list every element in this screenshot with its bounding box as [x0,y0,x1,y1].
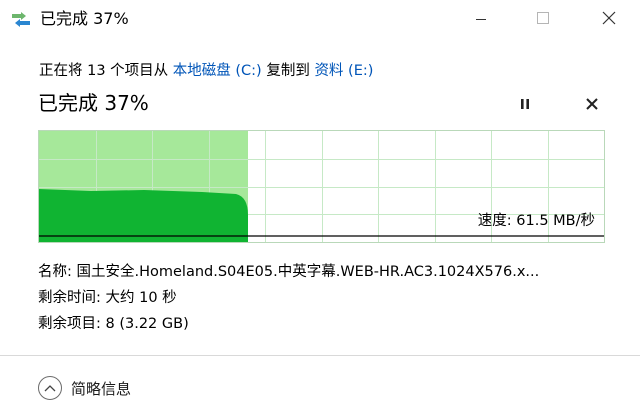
cancel-button[interactable] [578,92,606,118]
fewer-details-label: 简略信息 [71,379,132,398]
file-name-row: 名称: 国土安全.Homeland.S04E05.中英字幕.WEB-HR.AC3… [38,259,608,285]
destination-link[interactable]: 资料 (E:) [314,63,373,79]
close-button[interactable] [586,0,632,38]
copy-description-prefix: 正在将 13 个项目从 [39,63,173,79]
items-remaining-row: 剩余项目: 8 (3.22 GB) [38,311,608,337]
pause-button[interactable] [511,92,539,118]
transfer-details: 名称: 国土安全.Homeland.S04E05.中英字幕.WEB-HR.AC3… [38,259,608,337]
time-remaining-row: 剩余时间: 大约 10 秒 [38,285,608,311]
copy-description-middle: 复制到 [261,63,315,79]
file-name-value: 国土安全.Homeland.S04E05.中英字幕.WEB-HR.AC3.102… [76,264,540,280]
items-remaining-value: 8 (3.22 GB) [105,316,189,332]
minimize-button[interactable] [458,0,504,38]
fewer-details-toggle[interactable]: 简略信息 [38,374,131,402]
minimize-icon [475,10,487,29]
file-name-label: 名称: [38,264,77,280]
transfer-speed-graph: 速度: 61.5 MB/秒 [38,130,605,243]
window-title: 已完成 37% [40,9,129,28]
cancel-icon [585,96,599,115]
close-icon [602,10,616,29]
pause-icon [519,96,531,115]
copy-description: 正在将 13 个项目从 本地磁盘 (C:) 复制到 资料 (E:) [39,60,373,82]
items-remaining-label: 剩余项目: [38,316,106,332]
title-bar[interactable]: 已完成 37% [0,0,640,40]
maximize-icon [536,10,550,29]
time-remaining-value: 大约 10 秒 [105,290,177,306]
maximize-button[interactable] [520,0,566,38]
copy-arrows-icon [11,11,31,27]
speed-label: 速度: 61.5 MB/秒 [477,213,595,229]
footer-divider [0,355,640,356]
source-link[interactable]: 本地磁盘 (C:) [173,63,262,79]
time-remaining-label: 剩余时间: [38,290,106,306]
speed-history-area [39,189,248,242]
chevron-up-icon[interactable] [38,376,62,400]
progress-status-title: 已完成 37% [38,91,149,115]
